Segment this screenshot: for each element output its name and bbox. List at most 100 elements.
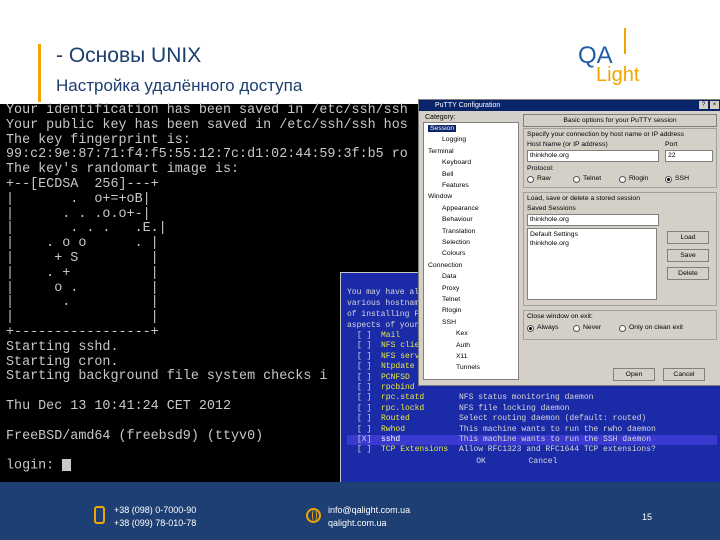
service-check[interactable]: [ ] xyxy=(357,393,371,403)
tree-item[interactable]: Features xyxy=(442,182,469,189)
tree-item[interactable]: Colours xyxy=(442,250,465,257)
service-check[interactable]: [ ] xyxy=(357,425,371,435)
close-option-label: Always xyxy=(537,324,559,331)
tree-item[interactable]: Proxy xyxy=(442,285,459,292)
protocol-label: Protocol: xyxy=(527,165,554,172)
protocol-option-label: Telnet xyxy=(583,175,602,182)
protocol-radio[interactable] xyxy=(527,176,534,183)
cancel-button[interactable]: Cancel xyxy=(663,368,705,381)
sysinstall-cancel-button[interactable]: Cancel xyxy=(523,457,563,469)
qa-light-logo: QA Light xyxy=(578,28,662,88)
service-check[interactable]: [ ] xyxy=(357,373,371,383)
slide-title: - Основы UNIX xyxy=(56,44,202,67)
email-link[interactable]: info@qalight.com.ua xyxy=(328,504,410,517)
tree-item[interactable]: Connection xyxy=(428,262,462,269)
open-button[interactable]: Open xyxy=(613,368,655,381)
protocol-option-label: Raw xyxy=(537,175,551,182)
logo-text-light: Light xyxy=(596,64,640,86)
tree-item[interactable]: Kex xyxy=(456,330,468,337)
close-option-radio[interactable] xyxy=(527,325,534,332)
save-button[interactable]: Save xyxy=(667,249,709,262)
putty-title-text: PuTTY Configuration xyxy=(435,102,501,109)
close-option-radio[interactable] xyxy=(573,325,580,332)
sysinstall-ok-button[interactable]: OK xyxy=(461,457,501,469)
close-option-label: Never xyxy=(583,324,602,331)
tree-item[interactable]: Appearance xyxy=(442,205,479,212)
putty-titlebar: PuTTY Configuration ? × xyxy=(419,100,720,111)
phone-1: +38 (098) 0-7000-90 xyxy=(114,505,197,515)
port-input[interactable]: 22 xyxy=(665,150,713,162)
service-name: sshd xyxy=(381,434,401,444)
tree-item[interactable]: Telnet xyxy=(442,296,460,303)
service-row[interactable]: [ ] rpc.statd NFS status monitoring daemon xyxy=(347,393,717,403)
phone-2: +38 (099) 78-010-78 xyxy=(114,518,197,528)
tree-item[interactable]: Selection xyxy=(442,239,470,246)
tree-item[interactable]: Keyboard xyxy=(442,159,471,166)
protocol-radio[interactable] xyxy=(619,176,626,183)
port-label: Port xyxy=(665,141,678,148)
tree-item[interactable]: Window xyxy=(428,193,452,200)
tree-item[interactable]: Rlogin xyxy=(442,307,461,314)
service-name: rpc.statd xyxy=(381,393,425,403)
tree-item[interactable]: Logging xyxy=(442,136,466,143)
service-check[interactable]: [ ] xyxy=(357,341,371,351)
tree-item[interactable]: Session xyxy=(428,125,457,132)
terminal-line: | + S | xyxy=(6,250,159,266)
delete-button[interactable]: Delete xyxy=(667,267,709,280)
tree-item[interactable]: Auth xyxy=(456,342,470,349)
service-desc: This machine wants to run the rwho daemo… xyxy=(459,424,656,434)
phone-numbers: +38 (098) 0-7000-90 +38 (099) 78-010-78 xyxy=(114,504,196,530)
site-link[interactable]: qalight.com.ua xyxy=(328,517,410,530)
protocol-radio[interactable] xyxy=(573,176,580,183)
terminal-line: | . . .o.o+-| xyxy=(6,206,151,222)
tree-item[interactable]: X11 xyxy=(456,353,468,360)
terminal-line: The key fingerprint is: xyxy=(6,132,191,148)
host-input[interactable]: thinkhole.org xyxy=(527,150,659,162)
service-row[interactable]: [ ] rpc.lockd NFS file locking daemon xyxy=(347,404,717,414)
service-check[interactable]: [X] xyxy=(357,435,371,445)
tree-item[interactable]: Data xyxy=(442,273,456,280)
saved-sessions-list[interactable]: Default Settings thinkhole.org xyxy=(527,228,657,300)
saved-session-item[interactable]: thinkhole.org xyxy=(530,240,569,247)
service-desc: Select routing daemon (default: routed) xyxy=(459,414,647,424)
service-row[interactable]: [ ] TCP Extensions Allow RFC1323 and RFC16… xyxy=(347,445,717,455)
service-check[interactable]: [ ] xyxy=(357,414,371,424)
service-check[interactable]: [ ] xyxy=(357,331,371,341)
tree-item[interactable]: Bell xyxy=(442,171,453,178)
tree-item[interactable]: SSH xyxy=(442,319,456,326)
footer-bar: +38 (098) 0-7000-90 +38 (099) 78-010-78 … xyxy=(0,482,720,540)
category-tree: Session Logging Terminal Keyboard Bell Featur… xyxy=(423,122,519,380)
category-label: Category: xyxy=(425,114,456,121)
close-icon[interactable]: × xyxy=(710,101,719,109)
service-name: Mail xyxy=(381,331,401,340)
contacts: info@qalight.com.ua qalight.com.ua xyxy=(328,504,410,530)
service-check[interactable]: [ ] xyxy=(357,352,371,362)
help-icon[interactable]: ? xyxy=(699,101,708,109)
service-desc: NFS status monitoring daemon xyxy=(459,393,594,403)
service-check[interactable]: [ ] xyxy=(357,362,371,372)
host-label: Host Name (or IP address) xyxy=(527,141,608,148)
tree-item[interactable]: Translation xyxy=(442,228,475,235)
terminal-line: Your public key has been saved in /etc/s… xyxy=(6,117,408,133)
tree-item[interactable]: Tunnels xyxy=(456,364,480,371)
protocol-radio[interactable] xyxy=(665,176,672,183)
close-option-radio[interactable] xyxy=(619,325,626,332)
saved-session-item[interactable]: Default Settings xyxy=(530,231,578,238)
service-check[interactable]: [ ] xyxy=(357,404,371,414)
terminal-line: | . o+=+oB| xyxy=(6,191,151,207)
service-row[interactable]: [X] sshd This machine wants to run the SSH… xyxy=(347,434,717,446)
tree-item[interactable]: Behaviour xyxy=(442,216,473,223)
service-check[interactable]: [ ] xyxy=(357,383,371,393)
service-name: NFS serv xyxy=(381,351,420,361)
service-check[interactable]: [ ] xyxy=(357,445,371,455)
saved-session-input[interactable]: thinkhole.org xyxy=(527,214,659,226)
terminal-line: Your identification has been saved in /e… xyxy=(6,103,408,118)
load-button[interactable]: Load xyxy=(667,231,709,244)
service-desc: NFS file locking daemon xyxy=(459,403,570,413)
page-number: 15 xyxy=(642,512,653,522)
tree-item[interactable]: Terminal xyxy=(428,148,454,155)
terminal-line: | . . . .E.| xyxy=(6,221,167,237)
putty-config-window: PuTTY Configuration ? × Category: Sessio… xyxy=(418,99,720,386)
service-row[interactable]: [ ] Rwhod This machine wants to run the rw… xyxy=(347,425,717,435)
service-row[interactable]: [ ] Routed Select routing daemon (default:… xyxy=(347,414,717,424)
